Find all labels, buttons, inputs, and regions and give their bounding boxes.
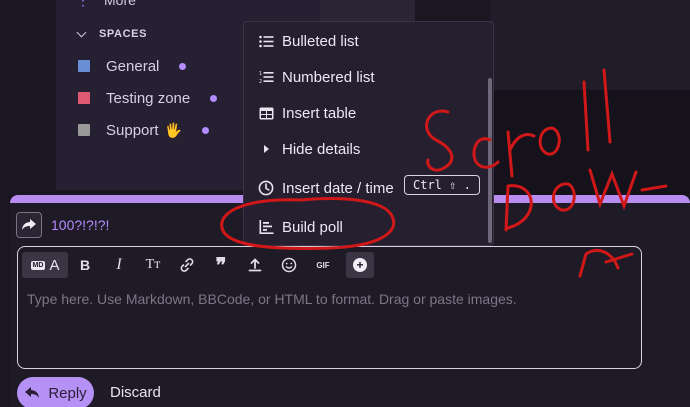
- sidebar-item-label: General: [106, 57, 160, 75]
- discard-button[interactable]: Discard: [110, 384, 161, 401]
- menu-item-bulleted-list[interactable]: Bulleted list: [258, 30, 359, 52]
- rich-text-icon: A: [49, 256, 60, 274]
- heading-button[interactable]: Tт: [136, 252, 170, 278]
- editor-placeholder: Type here. Use Markdown, BBCode, or HTML…: [27, 291, 517, 307]
- sidebar-item-support[interactable]: Support 🖐: [78, 119, 209, 141]
- reply-button[interactable]: Reply: [17, 377, 94, 407]
- svg-text:1: 1: [259, 71, 262, 77]
- toolbar-options-menu: Bulleted list 1 2 Numbered list Insert t…: [243, 21, 494, 246]
- reply-button-label: Reply: [48, 384, 87, 402]
- markdown-icon: MD: [30, 260, 46, 270]
- sidebar-item-label: Testing zone: [106, 89, 191, 107]
- menu-item-numbered-list[interactable]: 1 2 Numbered list: [258, 66, 375, 88]
- quote-icon: ❞: [215, 254, 227, 277]
- link-button[interactable]: [170, 252, 204, 278]
- category-color-square: [78, 60, 90, 72]
- menu-item-insert-date-time[interactable]: Insert date / time: [258, 177, 394, 199]
- spaces-header[interactable]: SPACES: [76, 27, 148, 40]
- bold-button[interactable]: B: [68, 252, 102, 278]
- sidebar-more[interactable]: ⋮ More: [76, 0, 136, 8]
- spaces-header-label: SPACES: [99, 28, 148, 40]
- menu-item-label: Numbered list: [282, 68, 375, 86]
- editor-toolbar: MD A B I Tт ❞ GIF +: [22, 251, 374, 279]
- menu-item-hide-details[interactable]: Hide details: [258, 138, 360, 160]
- reply-to-toggle[interactable]: [16, 212, 42, 238]
- gif-button[interactable]: GIF: [306, 252, 340, 278]
- menu-item-build-poll[interactable]: Build poll: [258, 216, 343, 238]
- caret-right-icon: [258, 141, 274, 157]
- menu-item-label: Insert date / time: [282, 179, 394, 197]
- hand-emoji-icon: 🖐: [164, 121, 182, 138]
- clock-icon: [258, 180, 274, 196]
- quote-button[interactable]: ❞: [204, 252, 238, 278]
- share-arrow-icon: [22, 219, 36, 230]
- more-icon: ⋮: [76, 0, 90, 9]
- content-area: [490, 0, 690, 90]
- keyboard-shortcut: Ctrl ⇧ .: [404, 175, 480, 195]
- unread-dot: [179, 62, 187, 70]
- svg-text:2: 2: [259, 79, 262, 84]
- reply-topic-title[interactable]: 100?!?!?!: [51, 217, 109, 233]
- table-icon: [258, 105, 274, 121]
- more-options-button[interactable]: +: [346, 252, 374, 278]
- editor-box[interactable]: MD A B I Tт ❞ GIF + Type here. Use Markd…: [17, 246, 642, 369]
- upload-button[interactable]: [238, 252, 272, 278]
- upload-icon: [248, 258, 262, 272]
- menu-item-label: Hide details: [282, 140, 361, 158]
- sidebar-item-general[interactable]: General: [78, 55, 187, 77]
- menu-item-label: Build poll: [282, 218, 343, 236]
- italic-button[interactable]: I: [102, 252, 136, 278]
- unread-dot: [210, 94, 218, 102]
- markdown-toggle-button[interactable]: MD A: [22, 252, 68, 278]
- chevron-down-icon: [76, 27, 87, 37]
- sidebar-item-testing-zone[interactable]: Testing zone: [78, 87, 218, 109]
- link-icon: [180, 258, 194, 272]
- category-color-square: [78, 92, 90, 104]
- sidebar-item-label: Support: [106, 121, 159, 139]
- smiley-icon: [281, 257, 297, 273]
- menu-item-insert-table[interactable]: Insert table: [258, 102, 356, 124]
- reply-icon: [25, 387, 40, 398]
- more-label: More: [104, 0, 136, 8]
- poll-icon: [258, 219, 274, 235]
- numbered-list-icon: 1 2: [258, 69, 274, 85]
- plus-icon: +: [353, 258, 367, 272]
- unread-dot: [201, 126, 209, 134]
- emoji-button[interactable]: [272, 252, 306, 278]
- bulleted-list-icon: [258, 33, 274, 49]
- menu-scrollbar[interactable]: [488, 78, 492, 243]
- menu-item-label: Insert table: [282, 104, 357, 122]
- menu-item-label: Bulleted list: [282, 32, 359, 50]
- category-color-square: [78, 124, 90, 136]
- content-area-dark: [490, 90, 690, 195]
